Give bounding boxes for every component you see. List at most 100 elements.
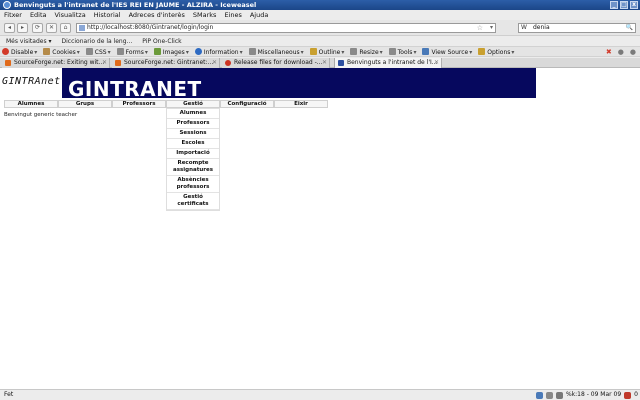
tab-close-icon[interactable]: ✕ xyxy=(212,58,217,68)
search-icon[interactable]: 🔍 xyxy=(626,24,633,32)
menu-alumnes[interactable]: Alumnes xyxy=(4,100,58,108)
tab-sourceforge-gintranet[interactable]: SourceForge.net: Gintranet:... ✕ xyxy=(112,58,220,68)
menu-gestio[interactable]: Gestió xyxy=(166,100,220,108)
devbar-images[interactable]: Images▾ xyxy=(153,47,189,56)
menu-item[interactable]: SMarks xyxy=(193,10,217,20)
forward-icon[interactable]: ▸ xyxy=(17,23,28,33)
misc-icon xyxy=(248,47,256,55)
devbar-tools[interactable]: Tools▾ xyxy=(388,47,416,56)
submenu-alumnes[interactable]: Alumnes xyxy=(167,109,219,119)
search-text: denia xyxy=(533,24,550,31)
status-text: Fet xyxy=(4,391,14,398)
devbar-cookies[interactable]: Cookies▾ xyxy=(43,47,80,56)
pencil-icon[interactable] xyxy=(545,391,553,399)
error-close-icon[interactable]: ✖ xyxy=(606,48,612,56)
wrench-icon[interactable] xyxy=(555,391,563,399)
resize-icon xyxy=(350,47,358,55)
stop-icon[interactable]: ✕ xyxy=(46,23,57,33)
status-tray: %k:18 - 09 Mar 09 0 xyxy=(535,390,638,400)
devbar-information[interactable]: Information▾ xyxy=(194,47,243,56)
devbar-disable[interactable]: Disable▾ xyxy=(2,47,37,56)
gestio-submenu: Alumnes Professors Sessions Escoles Impo… xyxy=(166,108,220,211)
tab-close-icon[interactable]: ✕ xyxy=(322,58,327,68)
site-logo: GINTRAnet xyxy=(2,76,61,87)
menu-item[interactable]: Historial xyxy=(94,10,121,20)
outline-icon xyxy=(309,47,317,55)
menu-item[interactable]: Eines xyxy=(224,10,241,20)
menu-item[interactable]: Edita xyxy=(30,10,47,20)
options-icon xyxy=(478,47,486,55)
tab-close-icon[interactable]: ✕ xyxy=(102,58,107,68)
submenu-gestio-certificats[interactable]: Gestió certificats xyxy=(167,193,219,210)
reload-icon[interactable]: ⟳ xyxy=(32,23,43,33)
devbar-outline[interactable]: Outline▾ xyxy=(309,47,344,56)
page-favicon xyxy=(338,60,344,66)
devbar-status-icons: ✖ ● ● xyxy=(606,48,636,56)
search-engine-icon[interactable]: W xyxy=(521,24,527,32)
menu-item[interactable]: Visualitza xyxy=(55,10,86,20)
tab-release-files[interactable]: Release files for download -... ✕ xyxy=(222,58,330,68)
minimize-icon[interactable]: _ xyxy=(610,1,618,9)
sourceforge-favicon xyxy=(5,60,11,66)
bookmarks-toolbar: Més visitades ▾ Diccionario de la leng..… xyxy=(0,37,640,46)
submenu-escoles[interactable]: Escoles xyxy=(167,139,219,149)
submenu-importacio[interactable]: Importació xyxy=(167,149,219,159)
menu-professors[interactable]: Professors xyxy=(112,100,166,108)
forms-icon xyxy=(116,47,124,55)
menu-configuracio[interactable]: Configuració xyxy=(220,100,274,108)
devbar-miscellaneous[interactable]: Miscellaneous▾ xyxy=(248,47,304,56)
tab-benvinguts[interactable]: Benvinguts a l'intranet de l'I... ✕ xyxy=(334,58,442,68)
sourceforge-favicon xyxy=(115,60,121,66)
gmail-icon[interactable] xyxy=(624,391,632,399)
menu-grups[interactable]: Grups xyxy=(58,100,112,108)
window-titlebar: Benvinguts a l'intranet de l'IES REI EN … xyxy=(0,0,640,10)
back-icon[interactable]: ◂ xyxy=(4,23,15,33)
css-ok-icon[interactable]: ● xyxy=(618,48,624,56)
banner-title: GINTRANET xyxy=(68,77,202,101)
menu-item[interactable]: Ajuda xyxy=(250,10,268,20)
bookmark-pip-one-click[interactable]: PiP One-Click xyxy=(142,37,181,46)
images-icon xyxy=(153,47,161,55)
js-status-icon[interactable]: ● xyxy=(630,48,636,56)
mail-count: 0 xyxy=(634,391,638,398)
devbar-view-source[interactable]: View Source▾ xyxy=(422,47,472,56)
maximize-icon[interactable]: □ xyxy=(620,1,628,9)
submenu-absencies-professors[interactable]: Absències professors xyxy=(167,176,219,193)
status-bar: Fet %k:18 - 09 Mar 09 0 xyxy=(0,389,640,400)
cookie-icon xyxy=(43,47,51,55)
devbar-resize[interactable]: Resize▾ xyxy=(350,47,383,56)
tab-strip: SourceForge.net: Exiting wit... ✕ Source… xyxy=(0,58,640,68)
home-icon[interactable]: ⌂ xyxy=(60,23,71,33)
close-window-icon[interactable]: x xyxy=(630,1,638,9)
welcome-message: Benvingut generic teacher xyxy=(4,112,78,118)
view-source-icon xyxy=(422,47,430,55)
bookmark-diccionario[interactable]: Diccionario de la leng... xyxy=(62,37,133,46)
submenu-recompte-assignatures[interactable]: Recompte assignatures xyxy=(167,159,219,176)
main-menu: Alumnes Grups Professors Gestió Configur… xyxy=(4,100,328,108)
menu-item[interactable]: Fitxer xyxy=(4,10,22,20)
url-input[interactable]: http://localhost:8080/Gintranet/login/lo… xyxy=(76,23,496,33)
info-icon xyxy=(194,47,202,55)
bookmark-most-visited[interactable]: Més visitades ▾ xyxy=(6,37,52,46)
url-text: http://localhost:8080/Gintranet/login/lo… xyxy=(87,24,214,31)
menu-eixir[interactable]: Eixir xyxy=(274,100,328,108)
site-identity-icon[interactable] xyxy=(79,25,85,31)
search-input[interactable]: W denia 🔍 xyxy=(518,23,636,33)
tab-sourceforge-exiting[interactable]: SourceForge.net: Exiting wit... ✕ xyxy=(2,58,110,68)
menu-item[interactable]: Adreces d'interès xyxy=(129,10,185,20)
menu-bar: Fitxer Edita Visualitza Historial Adrece… xyxy=(0,10,640,20)
iceweasel-icon xyxy=(3,1,11,9)
no-entry-icon xyxy=(2,47,9,55)
submenu-professors[interactable]: Professors xyxy=(167,119,219,129)
devbar-forms[interactable]: Forms▾ xyxy=(116,47,148,56)
submenu-sessions[interactable]: Sessions xyxy=(167,129,219,139)
web-developer-toolbar: Disable▾ Cookies▾ CSS▾ Forms▾ Images▾ In… xyxy=(0,46,640,57)
url-history-dropdown-icon[interactable]: ▾ xyxy=(490,24,493,32)
devbar-options[interactable]: Options▾ xyxy=(478,47,514,56)
css-icon xyxy=(85,47,93,55)
bookmark-star-icon[interactable]: ☆ xyxy=(477,24,483,32)
addon-icon[interactable] xyxy=(535,391,543,399)
tab-close-icon[interactable]: ✕ xyxy=(434,58,439,68)
site-banner: GINTRAnet GINTRANET xyxy=(0,68,536,101)
devbar-css[interactable]: CSS▾ xyxy=(85,47,111,56)
